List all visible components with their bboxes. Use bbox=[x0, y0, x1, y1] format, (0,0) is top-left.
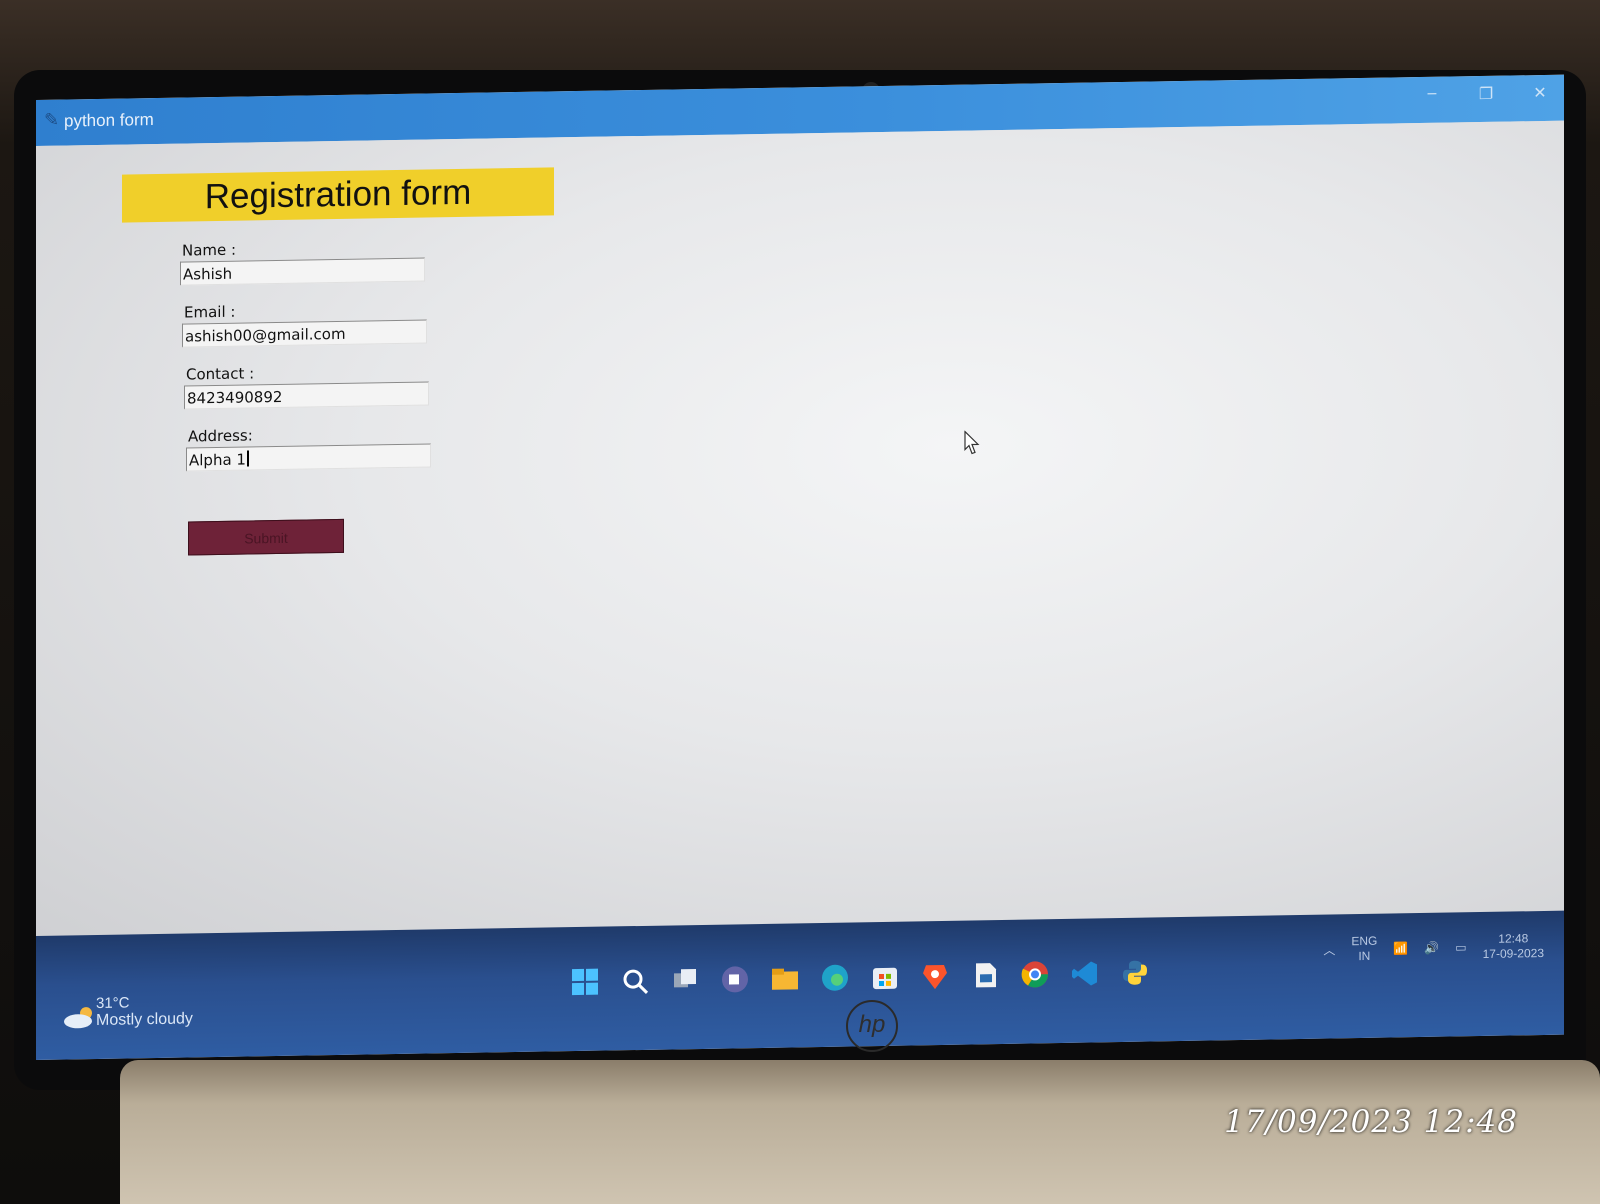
address-label: Address: bbox=[188, 426, 253, 446]
weather-cloud-icon bbox=[64, 1007, 92, 1029]
feather-app-icon: ✎ bbox=[44, 109, 60, 130]
photo-timestamp: 17/09/2023 12:48 bbox=[1224, 1104, 1518, 1140]
address-input[interactable]: Alpha 1 bbox=[186, 443, 431, 472]
language-indicator[interactable]: ENG IN bbox=[1351, 934, 1377, 964]
weather-widget[interactable]: 31°C Mostly cloudy bbox=[96, 993, 193, 1030]
windows-taskbar: 31°C Mostly cloudy ︿ ENG IN 📶 🔊 ▭ 12:48 … bbox=[36, 910, 1564, 1060]
volume-icon[interactable]: 🔊 bbox=[1424, 941, 1439, 955]
brave-icon[interactable] bbox=[920, 961, 950, 991]
hp-logo: hp bbox=[846, 1000, 898, 1052]
text-caret bbox=[246, 450, 249, 467]
form-window-client: Registration form Name : Ashish Email : … bbox=[36, 120, 1564, 936]
task-view-icon[interactable] bbox=[670, 965, 700, 995]
laptop-screen: ✎ python form – ❐ ✕ Registration form Na… bbox=[36, 74, 1564, 1060]
email-input[interactable]: ashish00@gmail.com bbox=[182, 319, 427, 348]
python-icon[interactable] bbox=[1120, 958, 1150, 988]
search-icon[interactable] bbox=[620, 966, 650, 996]
weather-description: Mostly cloudy bbox=[96, 1010, 193, 1030]
email-label: Email : bbox=[184, 302, 236, 322]
name-input[interactable]: Ashish bbox=[180, 257, 425, 286]
clock-time: 12:48 bbox=[1498, 931, 1529, 946]
taskbar-apps bbox=[570, 958, 1150, 998]
window-title: python form bbox=[64, 110, 154, 131]
pdf-reader-icon[interactable] bbox=[970, 960, 1000, 990]
mouse-pointer-icon bbox=[964, 430, 980, 455]
window-controls: – ❐ ✕ bbox=[1422, 83, 1550, 105]
windows-start-icon[interactable] bbox=[570, 967, 600, 997]
wifi-icon[interactable]: 📶 bbox=[1393, 941, 1408, 955]
contact-input[interactable]: 8423490892 bbox=[184, 381, 429, 410]
form-heading: Registration form bbox=[122, 167, 554, 223]
submit-button[interactable]: Submit bbox=[188, 518, 344, 556]
edge-icon[interactable] bbox=[820, 963, 850, 993]
clock-date: 17-09-2023 bbox=[1482, 945, 1544, 962]
system-tray: ︿ ENG IN 📶 🔊 ▭ 12:48 17-09-2023 bbox=[1323, 931, 1544, 965]
store-icon[interactable] bbox=[870, 962, 900, 992]
maximize-button[interactable]: ❐ bbox=[1476, 84, 1496, 104]
minimize-button[interactable]: – bbox=[1422, 85, 1442, 105]
contact-label: Contact : bbox=[186, 364, 255, 384]
name-label: Name : bbox=[182, 240, 237, 260]
file-explorer-icon[interactable] bbox=[770, 963, 800, 993]
clock[interactable]: 12:48 17-09-2023 bbox=[1483, 931, 1544, 962]
region-code: IN bbox=[1358, 948, 1371, 964]
teams-chat-icon[interactable] bbox=[720, 964, 750, 994]
weather-temperature: 31°C bbox=[96, 994, 130, 1013]
battery-icon[interactable]: ▭ bbox=[1455, 940, 1466, 954]
chevron-up-icon[interactable]: ︿ bbox=[1323, 941, 1335, 958]
close-button[interactable]: ✕ bbox=[1530, 83, 1550, 103]
address-value: Alpha 1 bbox=[189, 450, 246, 470]
vscode-icon[interactable] bbox=[1070, 958, 1100, 988]
chrome-icon[interactable] bbox=[1020, 959, 1050, 989]
language-code: ENG bbox=[1351, 933, 1378, 949]
